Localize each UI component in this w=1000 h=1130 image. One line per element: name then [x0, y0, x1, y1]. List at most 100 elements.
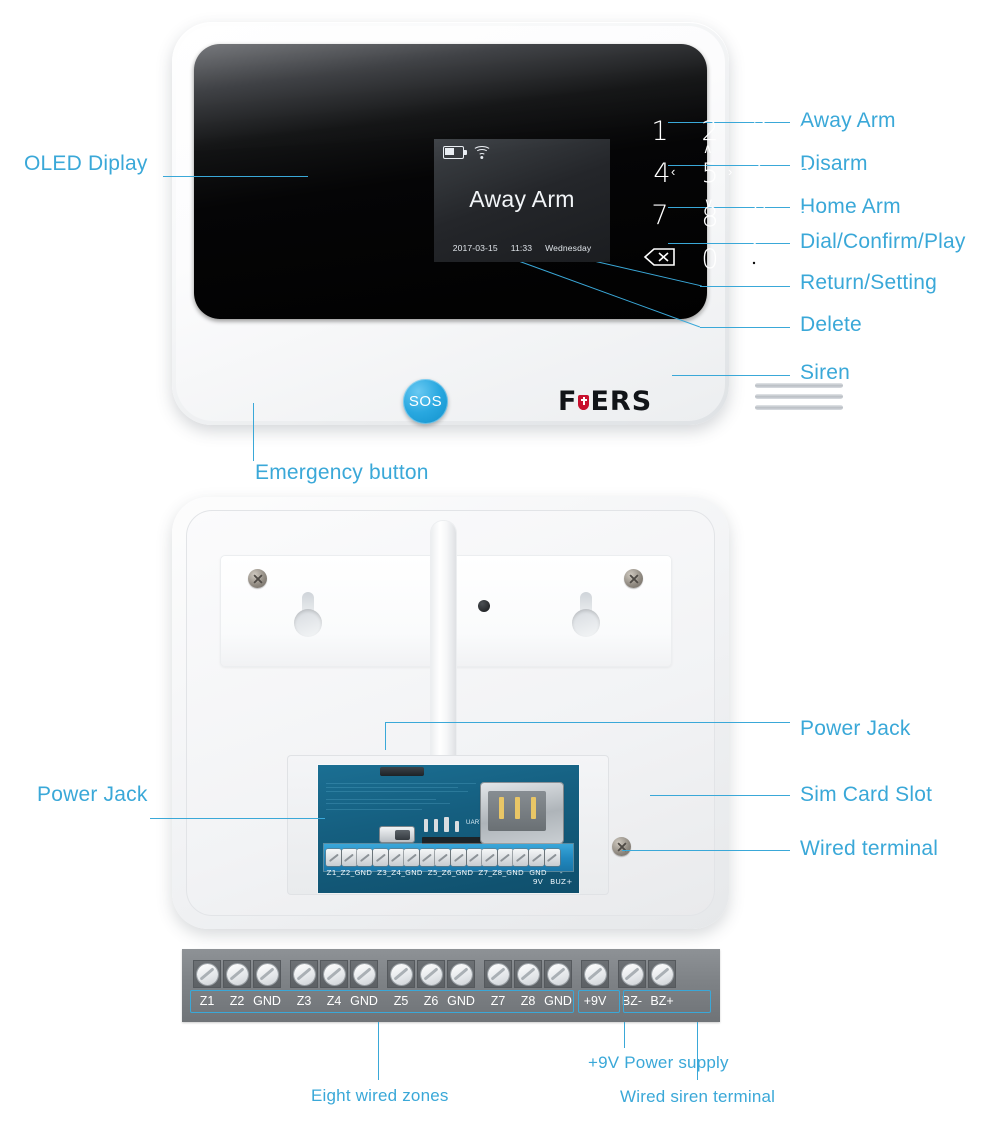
- callout-wired-siren-terminal: Wired siren terminal: [620, 1087, 776, 1106]
- callout-power-supply-9v: +9V Power supply: [588, 1053, 729, 1072]
- screw-bottom-right: [612, 837, 631, 856]
- leader-siren: [672, 375, 790, 376]
- oled-display: Away Arm 2017-03-15 11:33 Wednesday: [434, 139, 610, 262]
- tamper-switch: [478, 600, 490, 612]
- terminal-screw[interactable]: [581, 960, 609, 988]
- pcb-label-z3z4gnd: Z3_Z4_GND: [377, 868, 423, 877]
- mount-keyhole-right: [572, 592, 600, 640]
- terminal-screw[interactable]: [223, 960, 251, 988]
- siren-grille: [755, 383, 843, 416]
- battery-icon: [443, 146, 467, 159]
- pcb-label-z1z2gnd: Z1_Z2_GND: [326, 868, 373, 877]
- callout-delete: Delete: [800, 313, 862, 336]
- disarm-icon[interactable]: [789, 163, 819, 198]
- highlight-box-9v: [578, 990, 620, 1013]
- dial-confirm-play-icon[interactable]: OK: [789, 244, 821, 279]
- callout-sim-card-slot: Sim Card Slot: [800, 783, 933, 806]
- brand-text-f: F: [558, 386, 578, 417]
- callout-siren: Siren: [800, 361, 851, 384]
- key-4-left-arrow: ‹: [671, 164, 676, 179]
- oled-weekday: Wednesday: [545, 243, 592, 253]
- back-panel-device: UART Z1_Z2_GND Z3_Z4_GND Z5_Z6_GND Z7_Z8…: [172, 497, 729, 929]
- terminal-block-diagram: Z1 Z2 GND Z3 Z4 GND Z5 Z6 GND Z7 Z8 GND …: [182, 949, 720, 1022]
- leader-oled: [163, 176, 308, 177]
- leader-power-jack-right: [385, 722, 790, 723]
- leader-9v-power: [624, 1022, 625, 1048]
- key-5[interactable]: 5: [687, 160, 733, 187]
- key-9[interactable]: 9: [737, 202, 783, 229]
- terminal-screws-row: [193, 960, 678, 988]
- away-arm-icon[interactable]: [789, 121, 819, 156]
- oled-date: 2017-03-15: [452, 243, 498, 253]
- mount-keyhole-left: [294, 592, 322, 640]
- highlight-box-zones: [190, 990, 574, 1013]
- oled-datetime: 2017-03-15 11:33 Wednesday: [434, 243, 610, 253]
- leader-eight-wired-zones: [378, 1022, 379, 1080]
- terminal-screw[interactable]: [618, 960, 646, 988]
- terminal-screw[interactable]: [350, 960, 378, 988]
- terminal-screw[interactable]: [253, 960, 281, 988]
- terminal-screw[interactable]: [387, 960, 415, 988]
- leader-power-jack-left: [150, 818, 325, 819]
- screw-top-right: [624, 569, 643, 588]
- pcb-terminal-strip: [324, 844, 573, 871]
- oled-time: 11:33: [510, 243, 533, 253]
- key-3[interactable]: 3: [737, 118, 783, 145]
- oled-mode-text: Away Arm: [469, 186, 575, 212]
- leader-wired-siren-terminal: [697, 1022, 698, 1080]
- antenna-housing: [431, 521, 456, 793]
- terminal-screw[interactable]: [193, 960, 221, 988]
- terminal-screw[interactable]: [320, 960, 348, 988]
- screw-top-left: [248, 569, 267, 588]
- key-7[interactable]: 7: [637, 202, 683, 229]
- terminal-screw[interactable]: [447, 960, 475, 988]
- terminal-screw[interactable]: [514, 960, 542, 988]
- key-1[interactable]: 1: [637, 118, 683, 145]
- pcb-label-buz: -BUZ+: [550, 868, 573, 886]
- front-panel-device: Away Arm 2017-03-15 11:33 Wednesday 1 2 …: [172, 22, 843, 425]
- delete-icon[interactable]: [643, 246, 679, 275]
- oled-status-bar: [443, 146, 492, 160]
- svg-text:OK: OK: [805, 263, 819, 272]
- brand-text-rest: ERS: [590, 386, 653, 417]
- pcb-label-z5z6gnd: Z5_Z6_GND: [427, 868, 474, 877]
- diagram-canvas: Away Arm 2017-03-15 11:33 Wednesday 1 2 …: [0, 0, 1000, 1130]
- key-4[interactable]: 4: [639, 160, 685, 187]
- shield-icon: [578, 395, 590, 410]
- home-arm-icon[interactable]: [789, 205, 819, 240]
- pcb-label-gnd9v: GND 9V: [529, 868, 547, 886]
- pcb-board: UART Z1_Z2_GND Z3_Z4_GND Z5_Z6_GND Z7_Z8…: [318, 765, 579, 893]
- leader-power-jack-right-v: [385, 722, 386, 750]
- sim-card-slot[interactable]: [481, 783, 563, 843]
- wifi-icon: [472, 146, 492, 160]
- slide-switch: [380, 827, 414, 842]
- leader-delete: [700, 327, 790, 328]
- terminal-screw[interactable]: [417, 960, 445, 988]
- callout-emergency-button: Emergency button: [255, 461, 429, 484]
- terminal-screw[interactable]: [290, 960, 318, 988]
- terminal-screw[interactable]: [544, 960, 572, 988]
- keypad: 1 2 ∧ 3 4 ‹ 5 6 › 7 8 ∨ 9 0 OK: [637, 118, 852, 294]
- terminal-screw[interactable]: [484, 960, 512, 988]
- key-6[interactable]: 6: [740, 160, 786, 187]
- terminal-screw[interactable]: [648, 960, 676, 988]
- callout-eight-wired-zones: Eight wired zones: [311, 1086, 449, 1105]
- leader-wired-terminal: [622, 850, 790, 851]
- brand-logo: F ERS: [558, 386, 652, 417]
- highlight-box-siren: [623, 990, 711, 1013]
- key-2-up-arrow: ∧: [703, 141, 713, 156]
- return-setting-icon[interactable]: [739, 242, 773, 279]
- callout-oled-display: OLED Diplay: [24, 152, 148, 175]
- key-6-right-arrow: ›: [728, 164, 733, 179]
- key-0[interactable]: 0: [687, 246, 733, 273]
- pcb-label-z7z8gnd: Z7_Z8_GND: [478, 868, 524, 877]
- key-8-down-arrow: ∨: [704, 195, 714, 210]
- power-jack-connector: [380, 767, 424, 776]
- pcb-terminal-silkscreen: Z1_Z2_GND Z3_Z4_GND Z5_Z6_GND Z7_Z8_GND …: [324, 868, 573, 886]
- callout-wired-terminal: Wired terminal: [800, 837, 939, 860]
- leader-sim-card-slot: [650, 795, 790, 796]
- callout-power-jack-right: Power Jack: [800, 717, 911, 740]
- leader-sos: [253, 403, 254, 461]
- sos-emergency-button[interactable]: SOS: [403, 379, 448, 424]
- callout-power-jack-left: Power Jack: [37, 783, 148, 806]
